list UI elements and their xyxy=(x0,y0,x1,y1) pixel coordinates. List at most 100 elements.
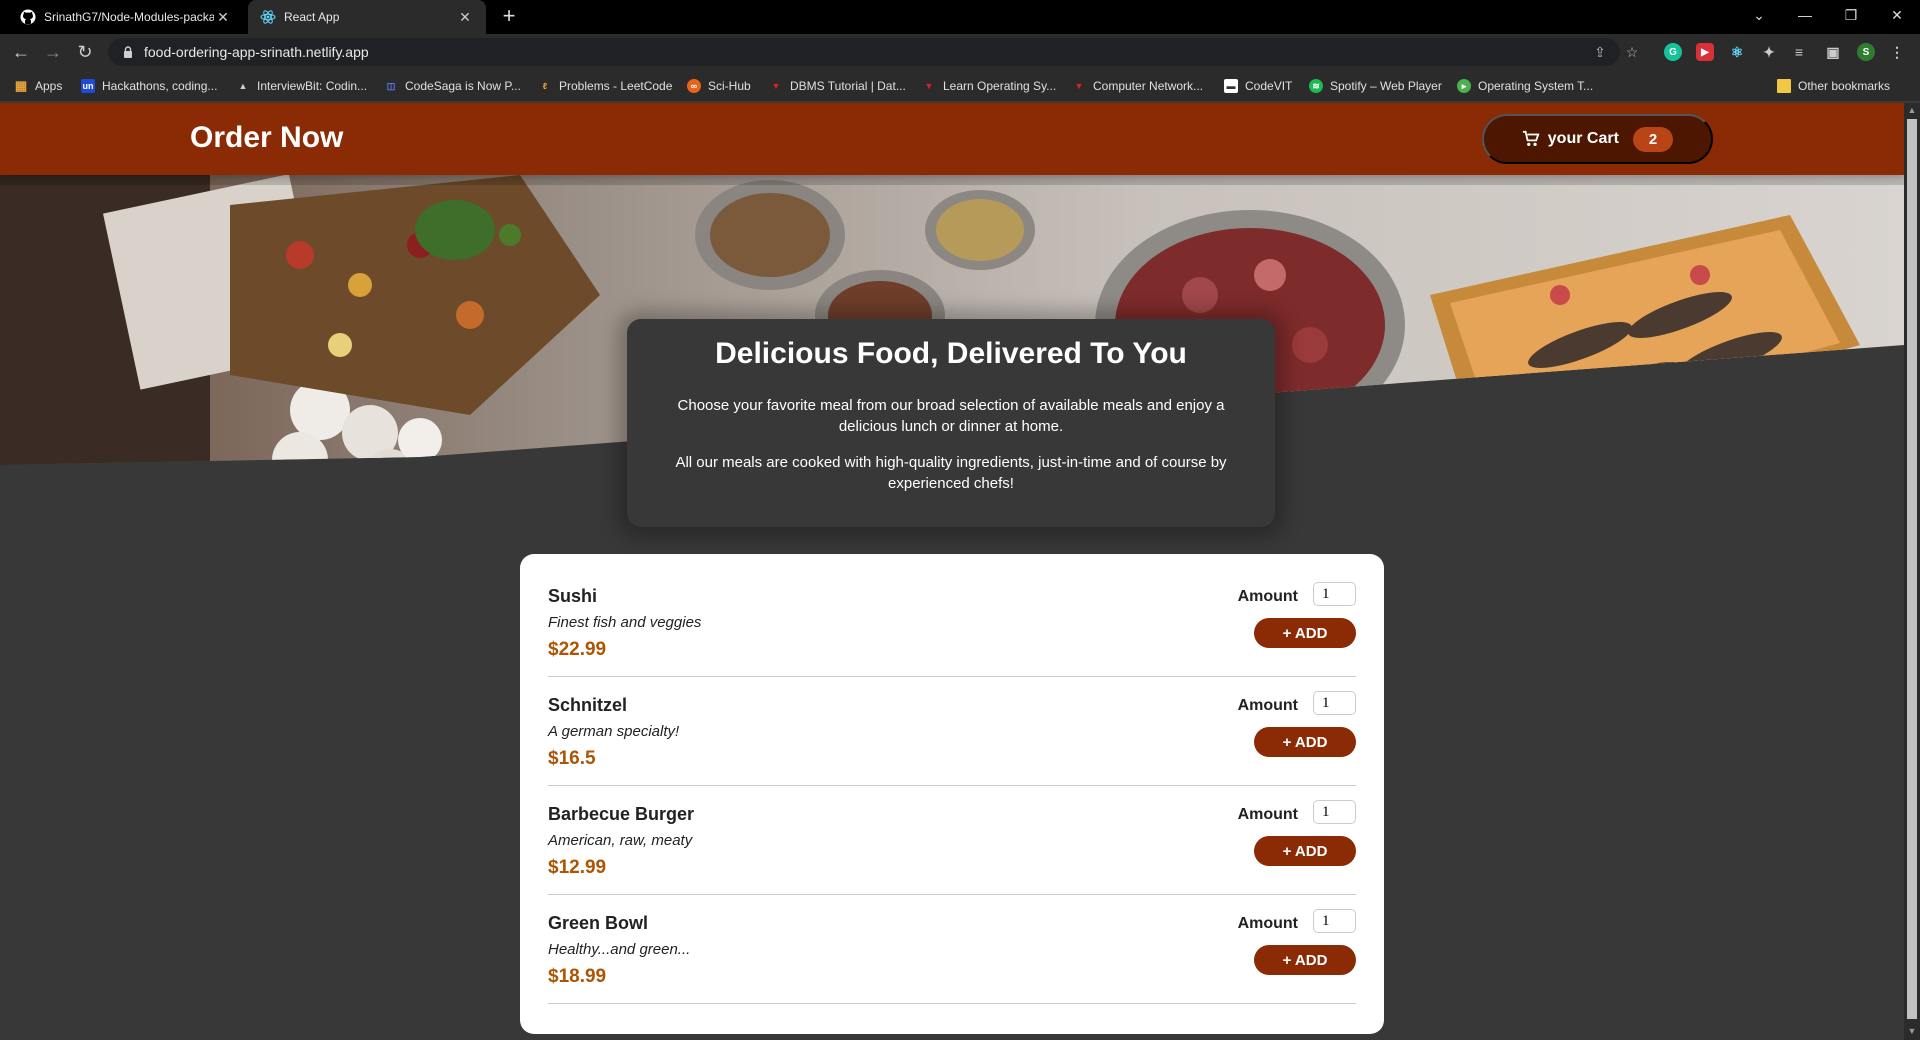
meal-name: Barbecue Burger xyxy=(548,804,695,824)
meals-summary-card: Delicious Food, Delivered To You Choose … xyxy=(627,319,1275,527)
bookmark-codevit[interactable]: ▬ CodeVIT xyxy=(1224,78,1292,94)
bookmark-os[interactable]: ▼ Learn Operating Sy... xyxy=(922,78,1057,94)
amount-label: Amount xyxy=(1237,697,1298,714)
address-bar[interactable]: food-ordering-app-srinath.netlify.app xyxy=(108,38,1620,66)
apps-grid-icon: ▦ xyxy=(14,78,28,93)
bookmark-hackathons[interactable]: un Hackathons, coding... xyxy=(81,78,217,94)
brand-title: Order Now xyxy=(190,121,344,154)
add-to-cart-button[interactable]: + ADD xyxy=(1254,727,1356,757)
grammarly-icon[interactable]: G xyxy=(1664,43,1682,61)
profile-initial: S xyxy=(1862,46,1870,58)
amount-label: Amount xyxy=(1237,915,1298,932)
meal-price: $16.5 xyxy=(548,748,596,769)
amount-input[interactable] xyxy=(1313,909,1356,933)
react-icon xyxy=(260,9,276,25)
amount-label: Amount xyxy=(1237,806,1298,823)
os-tutorial-icon: ▸ xyxy=(1457,79,1471,93)
add-to-cart-button[interactable]: + ADD xyxy=(1254,945,1356,975)
meal-description: Healthy...and green... xyxy=(548,941,691,958)
minimize-icon[interactable]: — xyxy=(1782,0,1828,30)
bookmark-apps[interactable]: ▦ Apps xyxy=(14,78,63,94)
summary-paragraph: All our meals are cooked with high-quali… xyxy=(675,454,1227,492)
bookmark-os-tutorial[interactable]: ▸ Operating System T... xyxy=(1457,78,1593,94)
scroll-up-icon[interactable]: ▲ xyxy=(1904,105,1920,119)
tutorial-icon: ▼ xyxy=(924,81,934,91)
summary-title: Delicious Food, Delivered To You xyxy=(715,337,1187,370)
unstop-icon: un xyxy=(81,79,95,93)
share-icon[interactable]: ⇪ xyxy=(1590,42,1610,62)
amount-input[interactable] xyxy=(1313,691,1356,715)
lock-icon xyxy=(124,46,132,58)
restore-icon[interactable]: ❐ xyxy=(1828,0,1874,30)
bookmark-other[interactable]: Other bookmarks xyxy=(1777,78,1890,94)
close-tab-icon[interactable]: ✕ xyxy=(214,9,232,26)
meal-item-sushi: Sushi Finest fish and veggies $22.99 Amo… xyxy=(548,568,1356,677)
tab-search-icon[interactable]: ⌄ xyxy=(1736,0,1782,30)
tab-title: React App xyxy=(284,10,340,24)
amount-input[interactable] xyxy=(1313,800,1356,824)
meal-price: $22.99 xyxy=(548,639,607,660)
scihub-icon: ∞ xyxy=(687,79,701,93)
tab-title: SrinathG7/Node-Modules-packa xyxy=(44,10,214,24)
back-icon[interactable]: ← xyxy=(8,39,34,65)
extensions-puzzle-icon[interactable]: ✦ xyxy=(1760,43,1778,61)
page-scrollbar[interactable]: ▲ ▼ xyxy=(1904,103,1920,1040)
tab-github[interactable]: SrinathG7/Node-Modules-packa ✕ xyxy=(8,0,244,34)
reload-icon[interactable]: ↻ xyxy=(72,39,98,65)
reading-list-icon[interactable]: ≡ xyxy=(1790,43,1808,61)
tutorial-icon: ▼ xyxy=(771,81,781,91)
bookmark-scihub[interactable]: ∞ Sci-Hub xyxy=(687,78,751,94)
bookmark-interviewbit[interactable]: ▲ InterviewBit: Codin... xyxy=(236,78,368,94)
profile-avatar[interactable]: S xyxy=(1857,43,1875,61)
add-to-cart-button[interactable]: + ADD xyxy=(1254,618,1356,648)
spotify-icon: ≋ xyxy=(1309,79,1323,93)
react-devtools-icon[interactable]: ⚛ xyxy=(1728,43,1746,61)
browser-toolbar: ← → ↻ food-ordering-app-srinath.netlify.… xyxy=(0,34,1920,70)
meal-name: Green Bowl xyxy=(548,913,649,933)
side-panel-icon[interactable]: ▣ xyxy=(1824,43,1842,61)
page-viewport: Order Now your Cart 2 Delicious Food, De… xyxy=(0,103,1904,1040)
new-tab-icon[interactable]: + xyxy=(497,5,521,29)
bookmark-dbms[interactable]: ▼ DBMS Tutorial | Dat... xyxy=(769,78,906,94)
close-tab-icon[interactable]: ✕ xyxy=(456,9,474,26)
meal-description: American, raw, meaty xyxy=(548,832,693,849)
meal-item-green-bowl: Green Bowl Healthy...and green... $18.99… xyxy=(548,895,1356,1004)
available-meals-card: Sushi Finest fish and veggies $22.99 Amo… xyxy=(520,554,1384,1034)
meal-price: $18.99 xyxy=(548,966,607,987)
tutorial-icon: ▼ xyxy=(1074,81,1084,91)
amount-input[interactable] xyxy=(1313,582,1356,606)
close-window-icon[interactable]: ✕ xyxy=(1874,0,1920,30)
bookmark-networks[interactable]: ▼ Computer Network... xyxy=(1072,78,1204,94)
amount-label: Amount xyxy=(1237,588,1298,605)
cart-icon xyxy=(1522,130,1540,147)
bookmark-spotify[interactable]: ≋ Spotify – Web Player xyxy=(1309,78,1442,94)
meal-item-barbecue-burger: Barbecue Burger American, raw, meaty $12… xyxy=(548,786,1356,895)
app-header: Order Now your Cart 2 xyxy=(0,103,1904,175)
meal-description: A german specialty! xyxy=(548,723,680,740)
bookmark-codesaga[interactable]: ◫ CodeSaga is Now P... xyxy=(384,78,521,94)
meal-description: Finest fish and veggies xyxy=(548,614,702,631)
extension-red-icon[interactable]: ▶ xyxy=(1696,43,1714,61)
folder-icon xyxy=(1777,79,1791,93)
interviewbit-icon: ▲ xyxy=(238,81,248,91)
meal-price: $12.99 xyxy=(548,857,607,878)
scroll-down-icon[interactable]: ▼ xyxy=(1904,1026,1920,1040)
codevit-icon: ▬ xyxy=(1224,79,1238,93)
add-to-cart-button[interactable]: + ADD xyxy=(1254,836,1356,866)
bookmarks-bar: ▦ Apps un Hackathons, coding... ▲ Interview… xyxy=(0,70,1920,102)
url-text: food-ordering-app-srinath.netlify.app xyxy=(144,44,369,60)
meal-item-schnitzel: Schnitzel A german specialty! $16.5 Amou… xyxy=(548,677,1356,786)
github-icon xyxy=(20,9,36,25)
bookmark-star-icon[interactable]: ☆ xyxy=(1622,42,1642,62)
meal-name: Schnitzel xyxy=(548,695,628,715)
bookmark-leetcode[interactable]: ℓ Problems - LeetCode xyxy=(538,78,673,94)
meal-name: Sushi xyxy=(548,586,598,606)
cart-button[interactable]: your Cart 2 xyxy=(1482,114,1713,164)
menu-kebab-icon[interactable]: ⋮ xyxy=(1888,43,1906,61)
summary-paragraph: Choose your favorite meal from our broad… xyxy=(677,397,1225,435)
forward-icon[interactable]: → xyxy=(40,39,66,65)
cart-count-badge: 2 xyxy=(1632,126,1674,152)
scrollbar-thumb[interactable] xyxy=(1907,119,1917,1019)
tab-react-app[interactable]: React App ✕ xyxy=(248,0,486,34)
browser-tab-strip: SrinathG7/Node-Modules-packa ✕ React App… xyxy=(0,0,1920,34)
